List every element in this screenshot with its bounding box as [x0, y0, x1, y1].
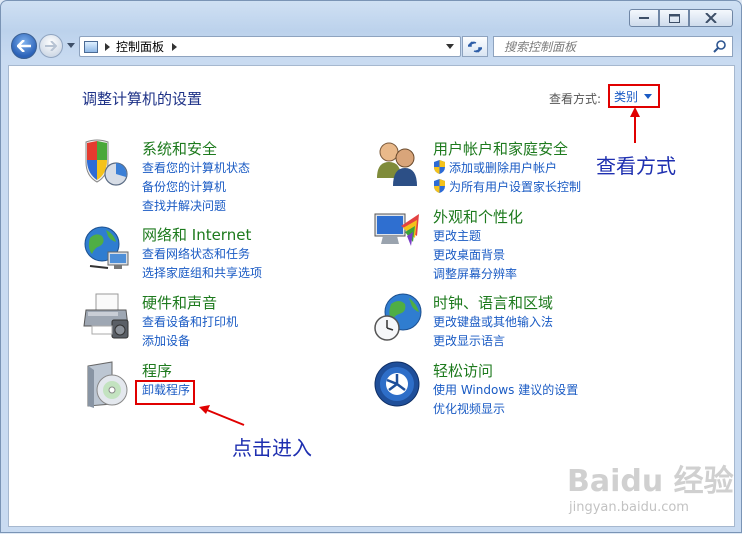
arrow-to-view-mode	[630, 107, 640, 143]
click-enter-annotation: 点击进入	[232, 436, 312, 460]
window-frame: 控制面板 调整计算机的设置 查看方式: 类别 系统和安全	[0, 0, 742, 533]
arrow-to-uninstall	[199, 405, 245, 426]
baidu-watermark: Baidu 经验	[567, 464, 734, 499]
baidu-watermark-url: jingyan.baidu.com	[569, 500, 689, 515]
view-mode-annotation: 查看方式	[596, 154, 676, 178]
annotation-arrows	[199, 107, 640, 426]
